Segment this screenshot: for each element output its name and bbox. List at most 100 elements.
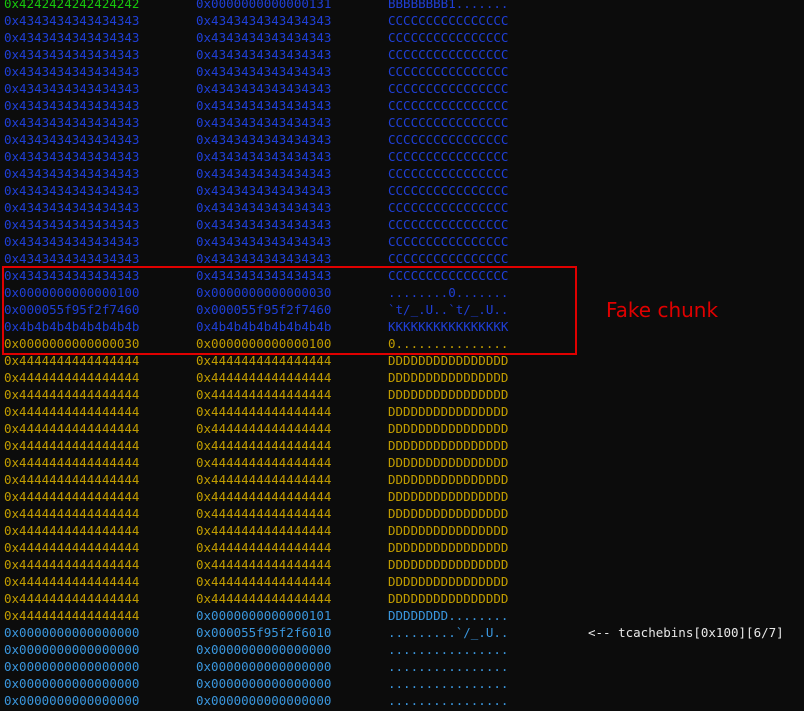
heap-qword-left: 0x4343434343434343 [4,149,140,164]
heap-row: 0x0000000000000000 0x000055f95f2f6010....… [0,624,804,641]
heap-row: 0x4444444444444444 0x4444444444444444 DDDD… [0,369,804,386]
heap-qword-right: 0x0000000000000000 [196,693,332,708]
heap-dump: 0x4242424242424242 0x0000000000000131 BBBB… [0,0,804,711]
heap-row: 0x4444444444444444 0x4444444444444444 DDDD… [0,437,804,454]
heap-qword-left: 0x4444444444444444 [4,472,140,487]
heap-qword-left: 0x4343434343434343 [4,13,140,28]
heap-qword-left: 0x4343434343434343 [4,81,140,96]
heap-row: 0x4343434343434343 0x4343434343434343 CCCC… [0,199,804,216]
heap-qword-left: 0x4444444444444444 [4,489,140,504]
heap-qword-left: 0x4444444444444444 [4,370,140,385]
heap-row: 0x4343434343434343 0x4343434343434343 CCCC… [0,80,804,97]
heap-qword-right: 0x000055f95f2f6010 [196,625,332,640]
heap-qword-right: 0x4444444444444444 [196,557,332,572]
heap-row: 0x4444444444444444 0x4444444444444444 DDDD… [0,386,804,403]
heap-ascii: DDDDDDDDDDDDDDDD [388,506,509,521]
heap-qword-left: 0x4343434343434343 [4,98,140,113]
heap-row: 0x4343434343434343 0x4343434343434343 CCCC… [0,63,804,80]
heap-qword-left: 0x4343434343434343 [4,166,140,181]
heap-ascii: CCCCCCCCCCCCCCCC [388,64,509,79]
heap-row: 0x4343434343434343 0x4343434343434343 CCCC… [0,148,804,165]
heap-qword-left: 0x0000000000000000 [4,659,140,674]
heap-qword-right: 0x4343434343434343 [196,183,332,198]
heap-row: 0x0000000000000000 0x0000000000000000....… [0,641,804,658]
heap-qword-left: 0x4343434343434343 [4,183,140,198]
heap-qword-left: 0x4343434343434343 [4,115,140,130]
heap-ascii: ................ [388,676,509,691]
heap-qword-left: 0x4242424242424242 [4,0,140,11]
heap-qword-right: 0x4444444444444444 [196,370,332,385]
heap-qword-right: 0x4343434343434343 [196,81,332,96]
heap-ascii: CCCCCCCCCCCCCCCC [388,132,509,147]
heap-qword-right: 0x4444444444444444 [196,591,332,606]
heap-qword-left: 0x4444444444444444 [4,387,140,402]
heap-qword-left: 0x4343434343434343 [4,217,140,232]
heap-qword-right: 0x4343434343434343 [196,64,332,79]
heap-ascii: CCCCCCCCCCCCCCCC [388,30,509,45]
heap-row: 0x4444444444444444 0x4444444444444444 DDDD… [0,522,804,539]
heap-qword-right: 0x4444444444444444 [196,455,332,470]
heap-qword-right: 0x4444444444444444 [196,540,332,555]
heap-row: 0x4444444444444444 0x4444444444444444 DDDD… [0,590,804,607]
heap-qword-right: 0x4343434343434343 [196,166,332,181]
heap-qword-left: 0x4444444444444444 [4,438,140,453]
heap-qword-right: 0x4343434343434343 [196,115,332,130]
heap-ascii: DDDDDDDDDDDDDDDD [388,523,509,538]
heap-ascii: ................ [388,642,509,657]
heap-qword-right: 0x4343434343434343 [196,234,332,249]
heap-ascii: CCCCCCCCCCCCCCCC [388,234,509,249]
heap-ascii: CCCCCCCCCCCCCCCC [388,251,509,266]
heap-qword-left: 0x4343434343434343 [4,200,140,215]
heap-ascii: DDDDDDDDDDDDDDDD [388,489,509,504]
heap-row: 0x4444444444444444 0x4444444444444444 DDDD… [0,454,804,471]
heap-ascii: DDDDDDDDDDDDDDDD [388,540,509,555]
fake-chunk-label: Fake chunk [606,298,719,322]
heap-ascii: CCCCCCCCCCCCCCCC [388,81,509,96]
heap-row: 0x4444444444444444 0x4444444444444444 DDDD… [0,556,804,573]
heap-qword-right: 0x0000000000000101 [196,608,332,623]
heap-qword-left: 0x4343434343434343 [4,64,140,79]
heap-ascii: CCCCCCCCCCCCCCCC [388,200,509,215]
heap-qword-right: 0x0000000000000131 [196,0,332,11]
heap-qword-left: 0x4343434343434343 [4,234,140,249]
heap-qword-left: 0x4444444444444444 [4,557,140,572]
heap-qword-left: 0x4444444444444444 [4,421,140,436]
heap-qword-left: 0x0000000000000000 [4,693,140,708]
heap-row: 0x0000000000000000 0x0000000000000000....… [0,675,804,692]
heap-qword-right: 0x4444444444444444 [196,523,332,538]
heap-ascii: DDDDDDDDDDDDDDDD [388,421,509,436]
heap-ascii: DDDDDDDDDDDDDDDD [388,438,509,453]
heap-ascii: DDDDDDDDDDDDDDDD [388,472,509,487]
heap-qword-right: 0x0000000000000000 [196,659,332,674]
heap-qword-left: 0x4444444444444444 [4,404,140,419]
heap-ascii: DDDDDDDDDDDDDDDD [388,455,509,470]
heap-ascii: DDDDDDDDDDDDDDDD [388,574,509,589]
heap-qword-left: 0x4444444444444444 [4,591,140,606]
heap-row: 0x4343434343434343 0x4343434343434343 CCCC… [0,97,804,114]
terminal-window[interactable]: 0x4242424242424242 0x0000000000000131 BBBB… [0,0,804,711]
heap-qword-left: 0x4343434343434343 [4,132,140,147]
heap-qword-left: 0x4444444444444444 [4,574,140,589]
heap-ascii: CCCCCCCCCCCCCCCC [388,47,509,62]
heap-ascii: DDDDDDDDDDDDDDDD [388,557,509,572]
heap-qword-right: 0x4444444444444444 [196,438,332,453]
heap-qword-right: 0x4343434343434343 [196,132,332,147]
heap-qword-right: 0x0000000000000000 [196,676,332,691]
heap-ascii: CCCCCCCCCCCCCCCC [388,183,509,198]
heap-row: 0x4343434343434343 0x4343434343434343 CCCC… [0,114,804,131]
heap-row: 0x4444444444444444 0x0000000000000101 DDDD… [0,607,804,624]
heap-row: 0x4444444444444444 0x4444444444444444 DDDD… [0,403,804,420]
heap-row: 0x4343434343434343 0x4343434343434343 CCCC… [0,12,804,29]
heap-ascii: CCCCCCCCCCCCCCCC [388,98,509,113]
heap-qword-left: 0x4343434343434343 [4,30,140,45]
heap-qword-right: 0x4343434343434343 [196,149,332,164]
heap-qword-right: 0x0000000000000000 [196,642,332,657]
heap-qword-right: 0x4343434343434343 [196,251,332,266]
heap-row: 0x4444444444444444 0x4444444444444444 DDDD… [0,488,804,505]
heap-row: 0x4343434343434343 0x4343434343434343 CCCC… [0,29,804,46]
heap-ascii: CCCCCCCCCCCCCCCC [388,166,509,181]
heap-qword-left: 0x0000000000000000 [4,676,140,691]
heap-ascii: DDDDDDDDDDDDDDDD [388,370,509,385]
heap-qword-right: 0x4444444444444444 [196,404,332,419]
heap-row: 0x0000000000000000 0x0000000000000000....… [0,658,804,675]
